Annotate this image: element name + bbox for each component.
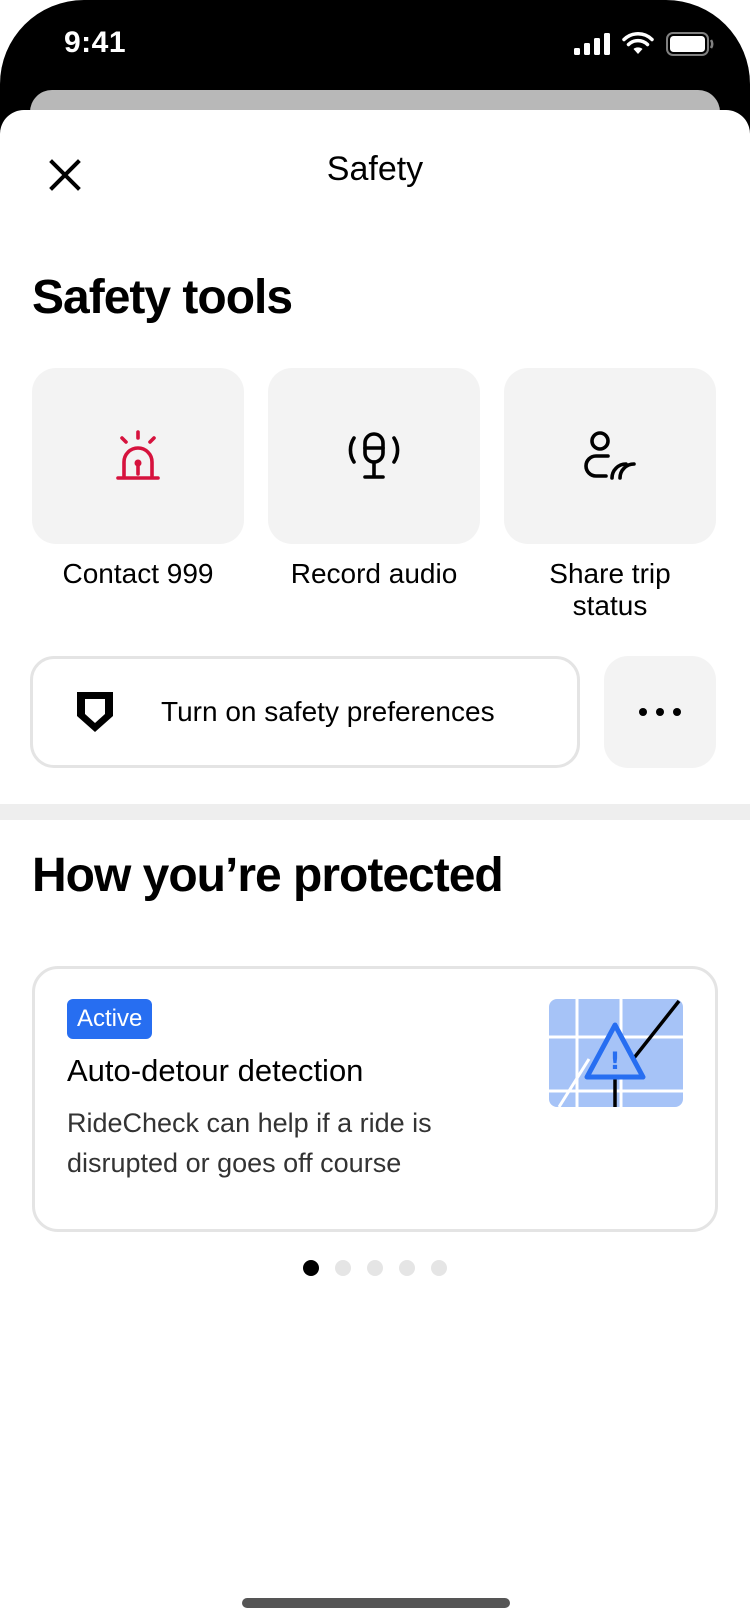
record-audio-button[interactable]: Record audio: [268, 368, 480, 622]
contact-999-button[interactable]: Contact 999: [32, 368, 244, 622]
safety-sheet: Safety Safety tools Contact 999 Record a…: [0, 110, 750, 1624]
cellular-signal-icon: [574, 33, 610, 55]
phone-screen: 9:41 Safety Safety tools Contact 999 Rec…: [0, 0, 750, 1624]
share-trip-status-button[interactable]: Share trip status: [504, 368, 716, 622]
more-options-button[interactable]: [604, 656, 716, 768]
battery-icon: [666, 32, 714, 56]
map-warning-icon: !: [549, 999, 683, 1107]
status-bar: 9:41: [0, 0, 750, 90]
safety-tools-heading: Safety tools: [32, 271, 293, 324]
record-audio-tile[interactable]: [268, 368, 480, 544]
more-icon-dot: [639, 708, 647, 716]
contact-999-label: Contact 999: [62, 558, 214, 589]
contact-999-tile[interactable]: [32, 368, 244, 544]
safety-tools-row: Contact 999 Record audio Share trip stat…: [32, 368, 716, 622]
share-trip-status-tile[interactable]: [504, 368, 716, 544]
siren-icon: [116, 430, 160, 480]
pager-dot[interactable]: [399, 1260, 415, 1276]
auto-detour-card[interactable]: Active Auto-detour detection RideCheck c…: [32, 966, 718, 1232]
home-indicator[interactable]: [242, 1598, 510, 1608]
card-title: Auto-detour detection: [67, 1053, 364, 1088]
status-badge: Active: [67, 999, 153, 1039]
how-protected-heading: How you’re protected: [32, 849, 504, 902]
nav-bar: Safety: [0, 110, 750, 230]
svg-text:!: !: [610, 1047, 621, 1075]
section-divider: [0, 804, 750, 820]
card-description: RideCheck can help if a ride is disrupte…: [67, 1108, 432, 1178]
record-audio-label: Record audio: [290, 558, 458, 589]
pager-dot[interactable]: [335, 1260, 351, 1276]
pager-dot-active[interactable]: [303, 1260, 319, 1276]
status-time: 9:41: [64, 26, 127, 59]
safety-preferences-button[interactable]: Turn on safety preferences: [30, 656, 580, 768]
share-trip-icon: [584, 431, 636, 480]
pager-dot[interactable]: [431, 1260, 447, 1276]
share-trip-status-label: Share trip status: [549, 558, 671, 621]
shield-icon: [77, 692, 113, 732]
safety-preferences-label: Turn on safety preferences: [161, 696, 495, 727]
more-icon-dot: [673, 708, 681, 716]
more-icon-dot: [656, 708, 664, 716]
status-icons: [574, 32, 714, 56]
pager-dot[interactable]: [367, 1260, 383, 1276]
page-title: Safety: [326, 150, 424, 188]
wifi-icon: [622, 32, 654, 54]
carousel-pager: [0, 1260, 750, 1276]
shield-icon-wrapper: [73, 688, 117, 736]
microphone-icon: [348, 432, 400, 479]
